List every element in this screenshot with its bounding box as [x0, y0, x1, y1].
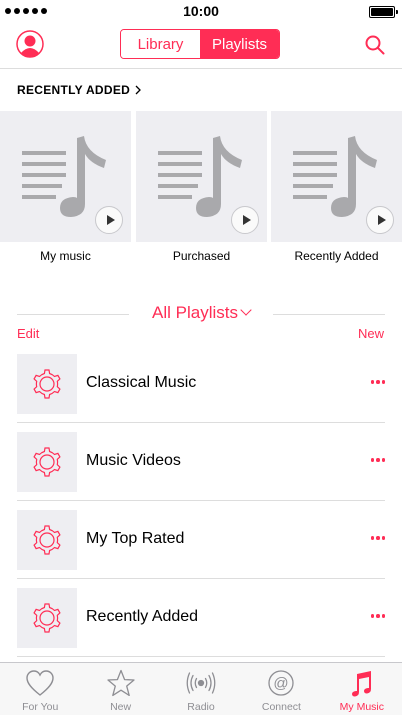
- music-list-icon: [22, 136, 106, 217]
- segment-playlists[interactable]: Playlists: [200, 30, 279, 58]
- all-playlists-dropdown[interactable]: All Playlists: [17, 303, 385, 323]
- navigation-bar: Library Playlists: [0, 22, 402, 69]
- chevron-right-icon: [135, 85, 142, 95]
- heart-icon: [26, 670, 54, 696]
- status-time: 10:00: [183, 3, 219, 19]
- playlist-name: Classical Music: [86, 374, 197, 391]
- recently-added-item[interactable]: My music: [0, 111, 131, 263]
- smart-playlist-gear-icon: [33, 447, 61, 477]
- smart-playlist-gear-icon: [33, 369, 61, 399]
- new-playlist-button[interactable]: New: [358, 326, 384, 341]
- playlist-thumbnail: [17, 510, 77, 570]
- recently-added-item[interactable]: Purchased: [136, 111, 267, 263]
- all-playlists-header: All Playlists: [17, 303, 385, 325]
- album-artwork: [271, 111, 402, 242]
- playlist-name: Music Videos: [86, 452, 181, 469]
- recently-added-header[interactable]: RECENTLY ADDED: [17, 83, 142, 97]
- radio-icon: [186, 672, 216, 694]
- music-list-icon: [293, 136, 377, 217]
- status-bar: 10:00: [0, 0, 402, 22]
- library-playlists-segmented-control: Library Playlists: [120, 29, 280, 59]
- album-artwork: [0, 111, 131, 242]
- tile-label: Purchased: [172, 249, 231, 263]
- more-options-icon[interactable]: [370, 614, 385, 618]
- search-icon[interactable]: [364, 34, 386, 56]
- playlist-thumbnail: [17, 432, 77, 492]
- tab-label: Connect: [261, 701, 301, 713]
- tab-label: My Music: [339, 701, 384, 713]
- album-artwork: [136, 111, 267, 242]
- tab-connect[interactable]: @ Connect: [241, 663, 321, 715]
- battery-icon: [369, 6, 398, 18]
- tab-radio[interactable]: Radio: [161, 663, 241, 715]
- play-button[interactable]: [95, 206, 123, 234]
- playlist-row[interactable]: My Top Rated: [17, 501, 385, 579]
- more-options-icon[interactable]: [370, 380, 385, 384]
- tab-for-you[interactable]: For You: [0, 663, 80, 715]
- svg-text:@: @: [274, 675, 289, 692]
- play-button[interactable]: [366, 206, 394, 234]
- music-note-icon: [351, 671, 371, 697]
- music-list-icon: [158, 136, 242, 217]
- playlist-thumbnail: [17, 354, 77, 414]
- recently-added-carousel: My music Purchased Recently Added: [0, 111, 402, 271]
- tab-new[interactable]: New: [80, 663, 160, 715]
- tile-label: Recently Added: [294, 249, 379, 263]
- playlist-name: Recently Added: [86, 608, 199, 625]
- play-button[interactable]: [231, 206, 259, 234]
- tab-label: For You: [22, 701, 59, 713]
- star-icon: [106, 669, 135, 697]
- tab-bar: For You New Radio @ Connect My Music: [0, 662, 402, 715]
- recently-added-title: RECENTLY ADDED: [17, 83, 131, 97]
- playlist-thumbnail: [17, 588, 77, 648]
- at-icon: @: [268, 670, 295, 696]
- edit-button[interactable]: Edit: [17, 326, 39, 341]
- smart-playlist-gear-icon: [33, 525, 61, 555]
- all-playlists-title: All Playlists: [152, 303, 238, 322]
- tile-label: My music: [40, 249, 91, 263]
- playlist-row[interactable]: Classical Music: [17, 345, 385, 423]
- tab-label: Radio: [187, 701, 215, 713]
- playlist-row[interactable]: Music Videos: [17, 423, 385, 501]
- tab-my-music[interactable]: My Music: [322, 663, 402, 715]
- smart-playlist-gear-icon: [33, 603, 61, 633]
- profile-avatar-icon[interactable]: [16, 30, 44, 58]
- tab-label: New: [110, 701, 132, 713]
- playlist-row[interactable]: Recently Added: [17, 579, 385, 657]
- chevron-down-icon: [240, 304, 252, 316]
- recently-added-item[interactable]: Recently Added: [271, 111, 402, 263]
- playlist-name: My Top Rated: [86, 530, 185, 547]
- playlist-list: Classical Music Music Videos My Top Rate…: [17, 345, 385, 657]
- more-options-icon[interactable]: [370, 536, 385, 540]
- more-options-icon[interactable]: [370, 458, 385, 462]
- segment-library[interactable]: Library: [121, 30, 200, 58]
